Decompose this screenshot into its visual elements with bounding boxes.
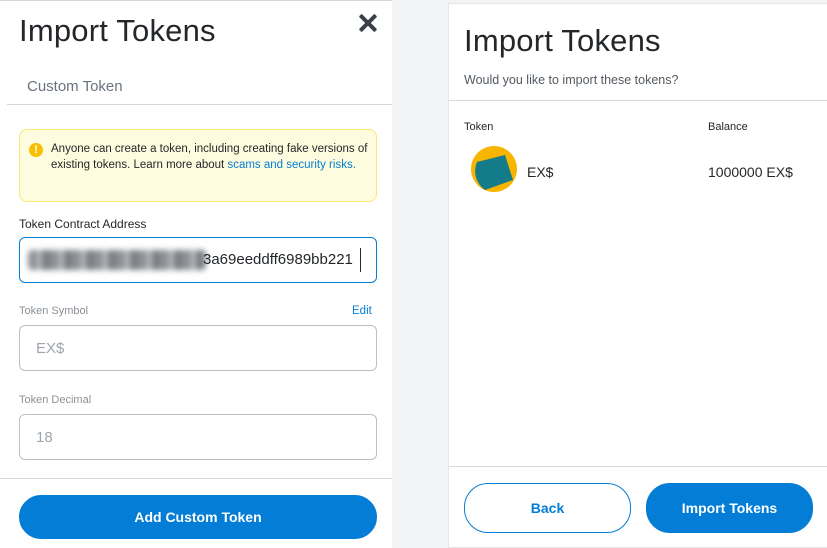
back-button[interactable]: Back bbox=[464, 483, 631, 533]
footer-divider bbox=[449, 466, 827, 467]
contract-address-input[interactable]: 3a69eeddff6989bb221 bbox=[19, 237, 377, 283]
token-symbol-input[interactable]: EX$ bbox=[19, 325, 377, 371]
confirm-import-panel: Import Tokens Would you like to import t… bbox=[448, 3, 827, 548]
token-symbol-label: Token Symbol bbox=[19, 305, 89, 317]
page-title: Import Tokens bbox=[464, 23, 661, 58]
token-decimal-label: Token Decimal bbox=[19, 394, 92, 406]
token-symbol-cell: EX$ bbox=[527, 164, 554, 180]
confirm-subtitle: Would you like to import these tokens? bbox=[464, 73, 679, 87]
tab-divider bbox=[7, 104, 392, 105]
token-column-header: Token bbox=[464, 121, 494, 133]
contract-address-label: Token Contract Address bbox=[19, 217, 147, 231]
import-tokens-button[interactable]: Import Tokens bbox=[646, 483, 813, 533]
tab-custom-token[interactable]: Custom Token bbox=[27, 78, 123, 95]
page-title: Import Tokens bbox=[19, 13, 216, 48]
token-balance-cell: 1000000 EX$ bbox=[708, 164, 793, 180]
warning-banner: ! Anyone can create a token, including c… bbox=[19, 129, 377, 202]
edit-symbol-link[interactable]: Edit bbox=[352, 305, 372, 317]
contract-address-value: 3a69eeddff6989bb221 bbox=[203, 251, 353, 268]
text-cursor bbox=[360, 248, 361, 272]
warning-text: Anyone can create a token, including cre… bbox=[51, 141, 369, 173]
token-symbol-value: EX$ bbox=[36, 340, 65, 357]
close-icon[interactable] bbox=[357, 12, 379, 34]
info-icon: ! bbox=[29, 143, 43, 157]
token-decimal-value: 18 bbox=[36, 429, 53, 446]
redacted-address-prefix bbox=[28, 250, 206, 270]
token-decimal-input[interactable]: 18 bbox=[19, 414, 377, 460]
balance-column-header: Balance bbox=[708, 121, 748, 133]
header-divider bbox=[449, 100, 827, 101]
add-custom-token-button[interactable]: Add Custom Token bbox=[19, 495, 377, 539]
token-logo-icon bbox=[471, 146, 517, 192]
custom-token-panel: Import Tokens Custom Token ! Anyone can … bbox=[0, 0, 392, 548]
scams-link[interactable]: scams and security risks. bbox=[227, 159, 355, 171]
footer-divider bbox=[0, 478, 392, 479]
